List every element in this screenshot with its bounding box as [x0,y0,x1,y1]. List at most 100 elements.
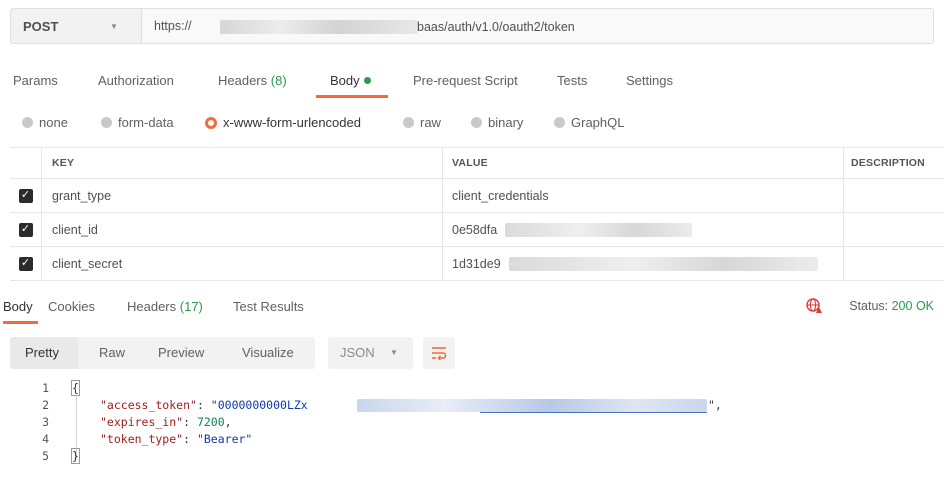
tab-pre-request-script[interactable]: Pre-request Script [413,73,518,88]
tab-test-results[interactable]: Test Results [233,299,304,314]
radio-raw-label: raw [420,115,441,130]
json-key: "expires_in" [100,415,184,429]
tab-settings[interactable]: Settings [626,73,673,88]
row-checkbox-cell: ✓ [10,213,42,246]
tab-authorization[interactable]: Authorization [98,73,174,88]
active-tab-underline [316,95,388,98]
code-line: 3 "expires_in": 7200, [0,414,944,431]
json-string-value: "0000000000LZx [210,398,308,412]
radio-x-www-form-urlencoded[interactable]: x-www-form-urlencoded [205,115,361,130]
view-preview-button[interactable]: Preview [158,345,204,360]
response-toolbar: Pretty Raw Preview Visualize JSON ▼ [10,337,510,369]
close-brace: } [71,448,80,464]
body-indicator-dot [363,77,371,84]
line-number: 5 [42,449,49,463]
tab-response-headers-label: Headers [127,299,177,314]
param-description[interactable] [844,179,944,212]
radio-selected-icon [205,116,217,129]
code-text: "access_token": "0000000000LZx [100,398,308,412]
globe-icon[interactable] [806,298,822,314]
tab-tests[interactable]: Tests [557,73,587,88]
radio-form-data[interactable]: form-data [101,115,174,130]
json-key: "access_token" [100,398,197,412]
view-raw-button[interactable]: Raw [99,345,125,360]
checkbox-checked-icon[interactable]: ✓ [18,256,33,271]
json-key: "token_type" [100,432,184,446]
view-visualize-button[interactable]: Visualize [242,345,294,360]
format-select[interactable]: JSON ▼ [328,337,413,369]
radio-circle-icon [22,117,33,128]
status-value: 200 OK [891,299,934,313]
body-type-selector: none form-data x-www-form-urlencoded raw… [0,111,944,137]
code-line: 4 "token_type": "Bearer" [0,431,944,448]
param-key[interactable]: client_id [42,213,443,246]
code-text: "token_type": "Bearer" [100,432,253,446]
redacted-token [357,399,707,412]
param-description[interactable] [844,213,944,246]
radio-none[interactable]: none [22,115,68,130]
column-header-value: VALUE [443,148,844,178]
param-value[interactable]: 1d31de9 [443,247,844,280]
radio-binary-label: binary [488,115,524,130]
redacted-host [220,20,418,34]
code-text: "expires_in": 7200, [100,415,232,429]
code-line: 2 "access_token": "0000000000LZx ", [0,397,944,414]
json-string-end: ", [708,398,722,412]
active-response-tab-underline [3,321,38,324]
radio-raw[interactable]: raw [403,115,441,130]
tab-headers-count: (8) [270,73,287,88]
redacted-value [509,257,818,271]
view-mode-segmented-control: Pretty Raw Preview Visualize [10,337,315,369]
param-value[interactable]: client_credentials [443,179,844,212]
tab-response-headers[interactable]: Headers (17) [127,299,203,314]
param-value-text: 1d31de9 [452,256,501,271]
param-key[interactable]: grant_type [42,179,443,212]
body-params-table: KEY VALUE DESCRIPTION ✓ grant_type clien… [10,147,944,281]
json-string-value: "Bearer" [196,432,253,446]
row-checkbox-cell: ✓ [10,247,42,280]
radio-graphql-label: GraphQL [571,115,625,130]
tab-params[interactable]: Params [13,73,58,88]
code-text: { [71,380,80,397]
view-pretty-button[interactable]: Pretty [25,345,59,360]
param-value-text: 0e58dfa [452,222,498,237]
radio-urlencoded-label: x-www-form-urlencoded [223,115,361,130]
radio-circle-icon [471,117,482,128]
code-line: 1 { [0,380,944,397]
tab-cookies[interactable]: Cookies [48,299,95,314]
row-checkbox-cell: ✓ [10,179,42,212]
column-header-key: KEY [42,148,443,178]
param-description[interactable] [844,247,944,280]
url-path: baas/auth/v1.0/oauth2/token [417,20,575,34]
wrap-lines-icon [432,347,447,360]
column-header-description: DESCRIPTION [851,157,925,169]
method-label: POST [23,18,59,34]
radio-circle-icon [554,117,565,128]
redacted-value [505,223,692,237]
chevron-down-icon: ▼ [110,22,118,31]
table-row: ✓ client_secret 1d31de9 [10,247,944,281]
request-tabs: Params Authorization Headers (8) Body Pr… [0,62,944,100]
tab-body[interactable]: Body [330,73,371,88]
tab-headers-label: Headers [218,73,268,88]
radio-graphql[interactable]: GraphQL [554,115,624,130]
response-body-code[interactable]: 1 { 2 "access_token": "0000000000LZx ", … [0,380,944,465]
response-tabs: Body Cookies Headers (17) Test Results S… [0,290,944,326]
code-text: } [71,448,80,465]
param-value[interactable]: 0e58dfa [443,213,844,246]
url-input[interactable]: https:// baas/auth/v1.0/oauth2/token [141,8,934,44]
tab-headers[interactable]: Headers (8) [218,73,287,88]
line-number: 3 [42,415,49,429]
wrap-lines-button[interactable] [423,337,455,369]
tab-body-label: Body [330,73,360,88]
json-number-value: 7200 [196,415,225,429]
tab-response-body[interactable]: Body [3,299,33,314]
open-brace: { [71,380,80,396]
checkbox-checked-icon[interactable]: ✓ [18,188,33,203]
radio-binary[interactable]: binary [471,115,523,130]
param-key[interactable]: client_secret [42,247,443,280]
header-check-cell [10,148,42,178]
line-number: 4 [42,432,49,446]
method-select[interactable]: POST ▼ [10,8,141,44]
checkbox-checked-icon[interactable]: ✓ [18,222,33,237]
